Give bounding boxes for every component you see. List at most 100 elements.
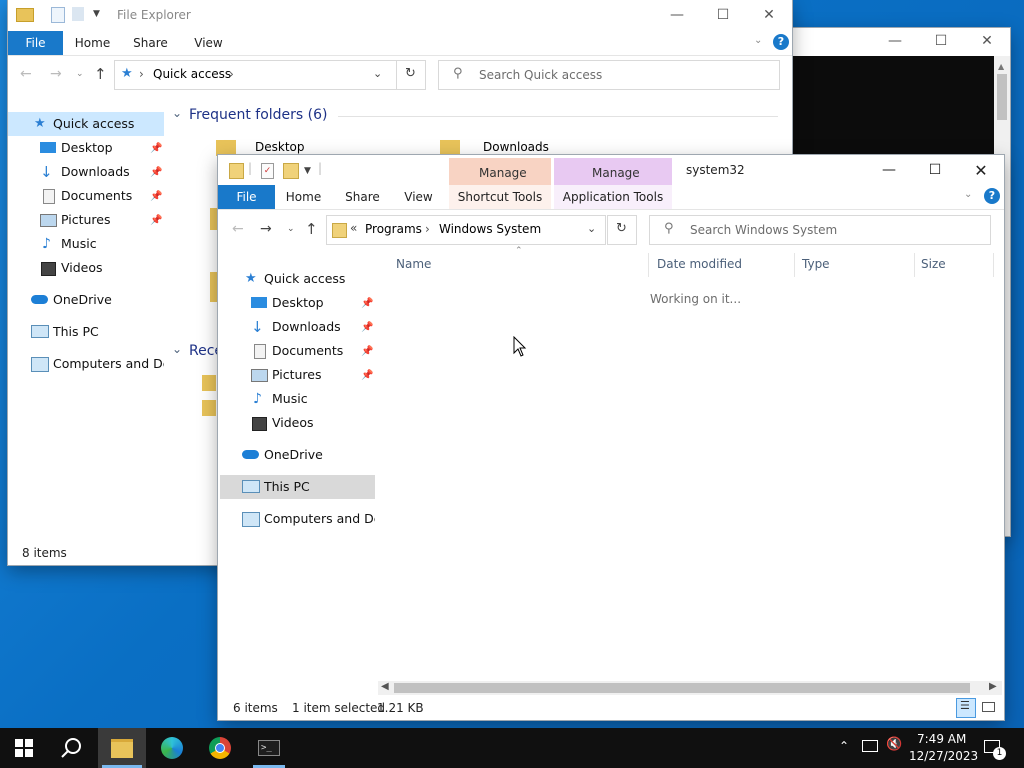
back-arrow-icon[interactable]: ← bbox=[20, 66, 32, 82]
front-search-input[interactable]: ⚲ Search Windows System bbox=[649, 215, 991, 245]
front-nav-quick-access[interactable]: ★ Quick access bbox=[218, 267, 376, 291]
notification-center-button[interactable]: 1 bbox=[980, 736, 1006, 760]
front-nav-onedrive[interactable]: OneDrive bbox=[218, 443, 376, 467]
file-explorer-taskbar-button[interactable] bbox=[98, 728, 146, 768]
front-nav-desktop[interactable]: Desktop 📌 bbox=[218, 291, 376, 315]
help-icon[interactable]: ? bbox=[773, 34, 789, 50]
column-header-type[interactable]: Type bbox=[802, 257, 830, 271]
chrome-taskbar-button[interactable] bbox=[196, 728, 244, 768]
pictures-icon bbox=[40, 214, 57, 227]
scrollbar-thumb[interactable] bbox=[394, 683, 970, 693]
front-nav-documents[interactable]: Documents 📌 bbox=[218, 339, 376, 363]
new-folder-icon[interactable] bbox=[72, 7, 84, 21]
back-nav-quick-access[interactable]: ★ Quick access bbox=[8, 112, 164, 136]
back-address-bar[interactable]: ★ › Quick access › ⌄ bbox=[114, 60, 404, 90]
back-tab-home[interactable]: Home bbox=[70, 31, 115, 55]
back-titlebar[interactable]: ▼ File Explorer — ☐ ✕ bbox=[8, 0, 792, 30]
column-header-size[interactable]: Size bbox=[921, 257, 946, 271]
forward-arrow-icon[interactable]: → bbox=[50, 66, 62, 82]
back-maximize-button[interactable]: ☐ bbox=[700, 0, 746, 30]
front-minimize-button[interactable]: — bbox=[866, 155, 912, 185]
front-tab-shortcut-tools[interactable]: Shortcut Tools bbox=[449, 185, 551, 209]
breadcrumb-programs[interactable]: Programs bbox=[365, 222, 422, 236]
back-nav-desktop[interactable]: Desktop 📌 bbox=[8, 136, 168, 160]
back-search-input[interactable]: ⚲ Search Quick access bbox=[438, 60, 780, 90]
front-maximize-button[interactable]: ☐ bbox=[912, 155, 958, 185]
console-minimize-button[interactable]: — bbox=[872, 26, 918, 56]
network-icon[interactable] bbox=[862, 740, 878, 752]
console-maximize-button[interactable]: ☐ bbox=[918, 26, 964, 56]
up-arrow-icon[interactable]: ↑ bbox=[94, 65, 107, 83]
back-nav-onedrive[interactable]: OneDrive bbox=[8, 288, 168, 312]
expand-ribbon-icon[interactable]: ⌄ bbox=[754, 35, 762, 46]
front-tab-view[interactable]: View bbox=[396, 185, 441, 209]
front-nav-downloads[interactable]: ↓ Downloads 📌 bbox=[218, 315, 376, 339]
folder-desktop-label[interactable]: Desktop bbox=[255, 140, 305, 154]
file-explorer-window-front[interactable]: | ✓ ▼ | Manage Manage system32 — ☐ ✕ Fil… bbox=[218, 155, 1004, 720]
front-address-bar[interactable]: « Programs › Windows System ⌄ bbox=[326, 215, 606, 245]
details-view-button[interactable]: ☰ bbox=[956, 698, 976, 718]
front-tab-file[interactable]: File bbox=[218, 185, 275, 209]
address-dropdown-icon[interactable]: ⌄ bbox=[373, 67, 382, 80]
help-icon[interactable]: ? bbox=[984, 188, 1000, 204]
column-header-date-modified[interactable]: Date modified bbox=[657, 257, 742, 271]
front-nav-videos[interactable]: Videos bbox=[218, 411, 376, 435]
manage-app-context[interactable]: Manage bbox=[554, 158, 672, 185]
front-refresh-button[interactable]: ↻ bbox=[607, 215, 637, 245]
scroll-right-icon[interactable]: ▶ bbox=[989, 681, 997, 692]
recent-locations-icon[interactable]: ⌄ bbox=[76, 69, 84, 79]
large-icons-view-button[interactable] bbox=[980, 699, 996, 715]
back-nav-computers-devices[interactable]: Computers and Devic bbox=[8, 352, 164, 376]
show-hidden-icons-icon[interactable]: ⌃ bbox=[839, 739, 849, 753]
edge-taskbar-button[interactable] bbox=[148, 728, 196, 768]
clock-date[interactable]: 12/27/2023 bbox=[909, 749, 978, 763]
back-nav-pictures[interactable]: Pictures 📌 bbox=[8, 208, 168, 232]
breadcrumb-windows-system[interactable]: Windows System bbox=[439, 222, 541, 236]
forward-arrow-icon[interactable]: → bbox=[260, 221, 272, 237]
horizontal-scrollbar[interactable]: ◀ ▶ bbox=[378, 681, 1002, 695]
front-tab-share[interactable]: Share bbox=[340, 185, 385, 209]
up-arrow-icon[interactable]: ↑ bbox=[305, 220, 318, 238]
back-nav-music[interactable]: ♪ Music bbox=[8, 232, 168, 256]
chevron-down-icon[interactable]: ⌄ bbox=[172, 106, 182, 120]
manage-shortcut-context[interactable]: Manage bbox=[449, 158, 551, 185]
front-titlebar[interactable]: | ✓ ▼ | Manage Manage system32 — ☐ ✕ bbox=[218, 155, 1004, 185]
front-tab-application-tools[interactable]: Application Tools bbox=[554, 185, 672, 209]
console-close-button[interactable]: ✕ bbox=[964, 26, 1010, 56]
back-tab-share[interactable]: Share bbox=[128, 31, 173, 55]
front-close-button[interactable]: ✕ bbox=[958, 155, 1004, 185]
back-tab-view[interactable]: View bbox=[186, 31, 231, 55]
search-button[interactable] bbox=[48, 728, 96, 768]
back-minimize-button[interactable]: — bbox=[654, 0, 700, 30]
volume-muted-icon[interactable]: 🔇 bbox=[886, 737, 902, 752]
back-nav-this-pc[interactable]: This PC bbox=[8, 320, 168, 344]
recent-locations-icon[interactable]: ⌄ bbox=[287, 224, 295, 234]
clock-time[interactable]: 7:49 AM bbox=[917, 732, 966, 746]
column-header-name[interactable]: Name bbox=[396, 257, 431, 271]
front-nav-this-pc[interactable]: This PC bbox=[220, 475, 375, 499]
front-tab-home[interactable]: Home bbox=[281, 185, 326, 209]
terminal-taskbar-button[interactable]: >_ bbox=[245, 728, 293, 768]
back-refresh-button[interactable]: ↻ bbox=[396, 60, 426, 90]
address-dropdown-icon[interactable]: ⌄ bbox=[587, 222, 596, 235]
properties-icon[interactable] bbox=[51, 7, 65, 23]
front-nav-pictures[interactable]: Pictures 📌 bbox=[218, 363, 376, 387]
start-button[interactable] bbox=[0, 728, 48, 768]
quick-access-dropdown-icon[interactable]: ▼ bbox=[304, 166, 311, 176]
scroll-left-icon[interactable]: ◀ bbox=[381, 681, 389, 692]
back-arrow-icon[interactable]: ← bbox=[232, 221, 244, 237]
quick-access-dropdown-icon[interactable]: ▼ bbox=[93, 9, 100, 19]
folder-downloads-label[interactable]: Downloads bbox=[483, 140, 549, 154]
back-nav-documents[interactable]: Documents 📌 bbox=[8, 184, 168, 208]
front-nav-music[interactable]: ♪ Music bbox=[218, 387, 376, 411]
back-tab-file[interactable]: File bbox=[8, 31, 63, 55]
back-nav-downloads[interactable]: ↓ Downloads 📌 bbox=[8, 160, 168, 184]
chevron-down-icon[interactable]: ⌄ bbox=[172, 342, 182, 356]
new-folder-icon[interactable] bbox=[283, 163, 299, 179]
breadcrumb-overflow[interactable]: « bbox=[350, 221, 357, 235]
back-nav-videos[interactable]: Videos bbox=[8, 256, 168, 280]
front-nav-computers-devices[interactable]: Computers and Devic bbox=[218, 507, 375, 531]
expand-ribbon-icon[interactable]: ⌄ bbox=[964, 189, 972, 200]
properties-icon[interactable]: ✓ bbox=[261, 163, 274, 179]
back-close-button[interactable]: ✕ bbox=[746, 0, 792, 30]
